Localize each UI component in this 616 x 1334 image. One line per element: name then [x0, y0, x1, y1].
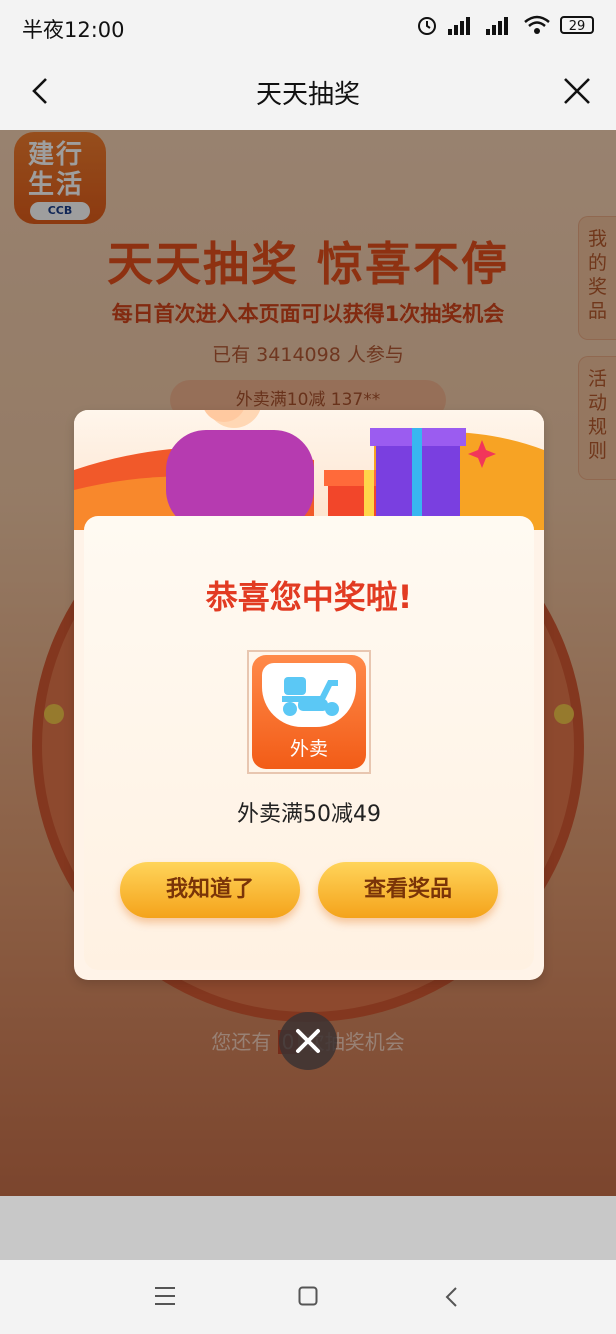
close-icon[interactable] — [562, 76, 592, 106]
got-it-button[interactable]: 我知道了 — [120, 862, 300, 918]
prize-name: 外卖满50减49 — [237, 802, 381, 827]
menu-icon[interactable] — [154, 1286, 176, 1306]
popup-content: 恭喜您中奖啦! 外卖 外卖满50减49 我知道了 查看奖品 — [84, 516, 534, 970]
close-circle-icon — [296, 1029, 320, 1053]
status-time: 半夜12:00 — [22, 18, 125, 42]
page-title: 天天抽奖 — [255, 80, 360, 110]
signal-icon-2 — [486, 17, 508, 35]
home-square-icon[interactable] — [298, 1286, 318, 1306]
dismiss-popup-button[interactable] — [279, 1012, 337, 1070]
alarm-icon — [418, 17, 436, 35]
scooter-icon — [282, 677, 339, 716]
signal-icon — [448, 17, 470, 35]
prize-tag: 外卖 — [289, 738, 328, 760]
banner-illustration — [74, 410, 544, 530]
system-nav-bar — [0, 1260, 616, 1334]
prize-icon-panel — [262, 663, 356, 727]
prize-popup: 恭喜您中奖啦! 外卖 外卖满50减49 我知道了 查看奖品 — [74, 410, 544, 980]
prize-image-frame: 外卖 — [247, 650, 371, 774]
battery-indicator: 29 — [560, 16, 594, 34]
popup-banner — [74, 410, 544, 530]
status-icons: 29 — [416, 14, 594, 36]
view-prize-button[interactable]: 查看奖品 — [318, 862, 498, 918]
page-bottom-area — [0, 1196, 616, 1260]
popup-title: 恭喜您中奖啦! — [205, 578, 413, 616]
back-triangle-icon[interactable] — [444, 1286, 458, 1308]
nav-bar: 天天抽奖 — [0, 56, 616, 130]
wifi-icon — [524, 15, 550, 34]
takeout-prize-icon: 外卖 — [252, 655, 366, 769]
status-bar: 半夜12:00 29 — [0, 0, 616, 56]
